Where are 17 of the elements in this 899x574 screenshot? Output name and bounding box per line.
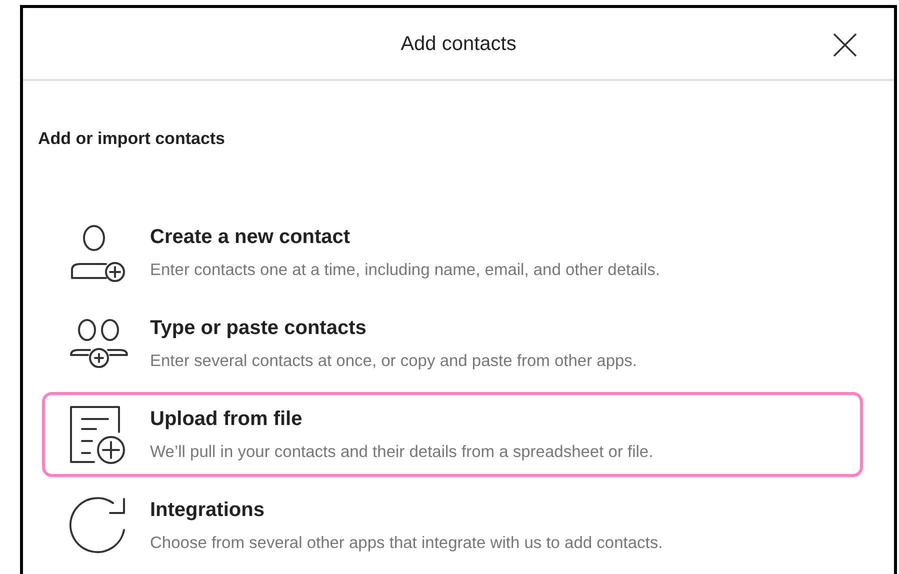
- option-item[interactable]: Create a new contact Enter contacts one at a time, including name, email, and other details.: [42, 210, 863, 295]
- option-title: Upload from file: [150, 407, 304, 432]
- option-description: Enter contacts one at a time, including name, email, and other details.: [150, 260, 660, 282]
- option-description: Enter several contacts at once, or copy and paste from other apps.: [150, 351, 638, 372]
- option-item[interactable]: Integrations Choose from several other apps that integrate with us to add contacts.: [42, 483, 863, 568]
- option-item[interactable]: Upload from file We’ll pull in your contacts and their details from a spreadsheet or file.: [42, 392, 863, 477]
- option-title: Integrations: [150, 498, 266, 524]
- option-title: Type or paste contacts: [150, 316, 368, 342]
- option-item[interactable]: Type or paste contacts Enter several contacts at once, or copy and paste from other apps.: [42, 301, 863, 386]
- close-icon: [833, 33, 857, 57]
- people-plus-icon: [68, 318, 130, 370]
- close-button[interactable]: [832, 32, 858, 58]
- option-title: Create a new contact: [150, 225, 352, 250]
- section-heading: Add or import contacts: [38, 129, 226, 148]
- option-description: We’ll pull in your contacts and their details from a spreadsheet or file.: [150, 442, 654, 464]
- option-description: Choose from several other apps that integrate with us to add contacts.: [150, 533, 663, 554]
- dialog-title: Add contacts: [400, 32, 516, 56]
